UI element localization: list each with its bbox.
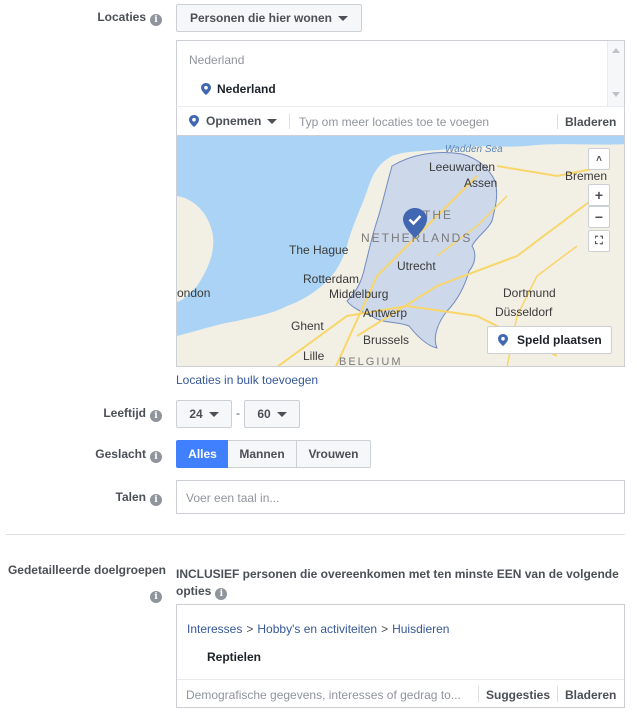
- info-icon[interactable]: i: [215, 588, 228, 600]
- divider: [177, 679, 624, 680]
- languages-label: Talen i: [60, 490, 162, 506]
- zoom-out-icon[interactable]: −: [588, 206, 610, 228]
- map-label: Dortmund: [503, 286, 556, 300]
- selected-location[interactable]: Nederland: [201, 82, 276, 96]
- age-min-dropdown[interactable]: 24: [176, 400, 232, 428]
- browse-locations-button[interactable]: Bladeren: [565, 115, 616, 129]
- breadcrumb: Interesses > Hobby's en activiteiten > H…: [187, 622, 449, 636]
- map-label: Wadden Sea: [445, 144, 503, 155]
- section-divider: [6, 534, 625, 535]
- detailed-search-input[interactable]: Demografische gegevens, interesses of ge…: [186, 688, 461, 702]
- location-map[interactable]: Wadden Sea Leeuwarden Assen Bremen THE N…: [176, 136, 625, 367]
- check-pin-icon[interactable]: [403, 208, 427, 238]
- fullscreen-icon[interactable]: ⛶: [588, 230, 610, 252]
- scroll-arrow-icon[interactable]: [612, 48, 620, 53]
- map-label: ondon: [177, 286, 211, 300]
- selected-locations-box: Nederland Nederland: [176, 40, 625, 107]
- info-icon[interactable]: i: [150, 494, 162, 506]
- detailed-info: i: [150, 587, 162, 603]
- map-label: Middelburg: [329, 287, 389, 301]
- breadcrumb-separator: >: [381, 622, 389, 636]
- detailed-targeting-box: Interesses > Hobby's en activiteiten > H…: [176, 604, 625, 708]
- info-icon[interactable]: i: [150, 451, 162, 463]
- map-label: Ghent: [291, 319, 324, 333]
- location-pin-icon: [189, 115, 199, 127]
- scrollbar[interactable]: [607, 41, 624, 106]
- map-label: Assen: [464, 176, 498, 190]
- drop-pin-button[interactable]: Speld plaatsen: [487, 326, 612, 354]
- divider: [557, 686, 558, 702]
- age-separator: -: [236, 406, 240, 420]
- location-search-input[interactable]: Typ om meer locaties toe te voegen: [299, 115, 489, 129]
- breadcrumb-separator: >: [246, 622, 254, 636]
- map-label: Utrecht: [397, 259, 436, 273]
- map-label: The Hague: [289, 243, 349, 257]
- targeting-item[interactable]: Reptielen: [207, 650, 261, 664]
- location-pin-icon: [498, 334, 508, 346]
- map-label: Rotterdam: [303, 272, 360, 286]
- map-label: BELGIUM: [339, 356, 403, 367]
- caret-down-icon: [208, 411, 219, 417]
- detailed-targeting-label: Gedetailleerde doelgroepen: [7, 563, 166, 577]
- breadcrumb-hobbies[interactable]: Hobby's en activiteiten: [257, 622, 377, 636]
- scroll-arrow-icon[interactable]: ˄: [588, 148, 610, 170]
- location-search-row: Opnemen Typ om meer locaties toe te voeg…: [176, 106, 625, 136]
- map-label: Lille: [303, 349, 325, 363]
- divider: [557, 114, 558, 129]
- caret-down-icon: [338, 15, 349, 21]
- gender-option-all[interactable]: Alles: [176, 440, 229, 468]
- info-icon[interactable]: i: [150, 14, 162, 26]
- suggestions-button[interactable]: Suggesties: [486, 688, 550, 702]
- language-input[interactable]: Voer een taal in...: [176, 480, 625, 514]
- include-dropdown[interactable]: Opnemen: [189, 114, 278, 128]
- caret-down-icon: [276, 411, 287, 417]
- browse-detailed-button[interactable]: Bladeren: [565, 688, 616, 702]
- location-pin-icon: [201, 83, 211, 95]
- age-max-dropdown[interactable]: 60: [244, 400, 300, 428]
- map-label: Brussels: [363, 333, 410, 347]
- location-type-dropdown[interactable]: Personen die hier wonen: [176, 4, 362, 32]
- gender-label: Geslacht i: [60, 447, 162, 463]
- bulk-locations-link[interactable]: Locaties in bulk toevoegen: [176, 373, 318, 387]
- breadcrumb-pets[interactable]: Huisdieren: [392, 622, 449, 636]
- zoom-in-icon[interactable]: +: [588, 184, 610, 206]
- map-label: THE: [423, 208, 453, 222]
- country-header: Nederland: [189, 53, 245, 67]
- gender-selector: Alles Mannen Vrouwen: [176, 440, 371, 468]
- breadcrumb-interests[interactable]: Interesses: [187, 622, 242, 636]
- map-label: Düsseldorf: [495, 305, 553, 319]
- detailed-description: INCLUSIEF personen die overeenkomen met …: [176, 567, 619, 600]
- locations-label: Locaties i: [60, 10, 162, 26]
- info-icon[interactable]: i: [150, 591, 162, 603]
- scroll-arrow-icon[interactable]: [612, 92, 620, 97]
- gender-option-men[interactable]: Mannen: [228, 440, 297, 468]
- info-icon[interactable]: i: [150, 410, 162, 422]
- caret-down-icon: [267, 118, 278, 124]
- divider: [289, 114, 290, 129]
- gender-option-women[interactable]: Vrouwen: [296, 440, 371, 468]
- age-label: Leeftijd i: [60, 406, 162, 422]
- divider: [478, 686, 479, 702]
- map-label: Antwerp: [363, 306, 408, 320]
- map-label: Bremen: [565, 169, 608, 183]
- map-label: Leeuwarden: [429, 160, 496, 174]
